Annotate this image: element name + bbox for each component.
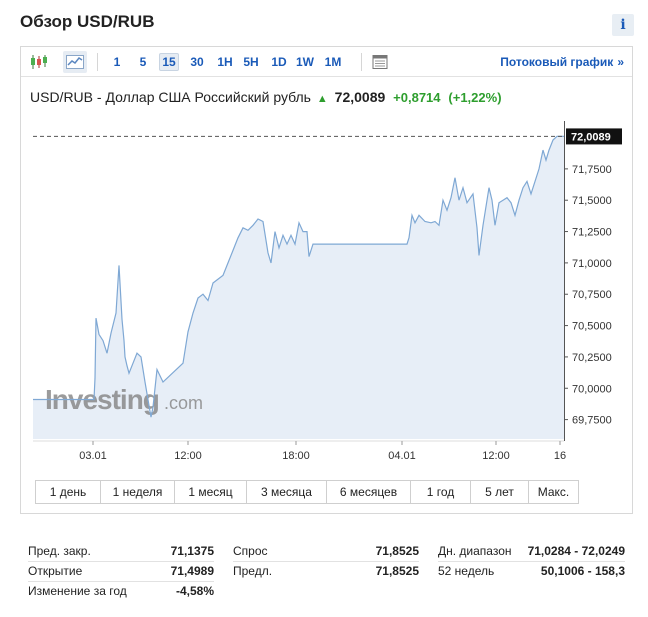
y-tick-label: 71,0000 [572,258,612,270]
stat-value: 71,1375 [170,544,214,558]
interval-15[interactable]: 15 [159,53,179,71]
interval-5[interactable]: 5 [133,53,153,71]
stat-label: Открытие [28,564,83,578]
range-button[interactable]: 6 месяцев [327,480,411,504]
info-button[interactable]: i [612,14,634,36]
calendar-icon[interactable] [368,51,392,73]
stat-row: 52 недель 50,1006 - 158,3 [438,560,625,582]
range-button[interactable]: 3 месяца [247,480,327,504]
page-title: Обзор USD/RUB [20,12,155,31]
y-tick-label: 71,7500 [572,164,612,176]
stat-label: Изменение за год [28,584,127,598]
x-tick-label: 12:00 [482,450,510,462]
price-change-percent: (+1,22%) [448,90,502,105]
y-tick-label: 69,7500 [572,415,612,427]
stat-label: 52 недель [438,564,495,578]
toolbar-divider [361,53,362,71]
y-tick-label: 70,2500 [572,352,612,364]
interval-1[interactable]: 1 [107,53,127,71]
last-price-badge-label: 72,0089 [571,131,611,143]
y-tick-label: 71,2500 [572,227,612,239]
chart-widget: 1 5 15 30 1H 5H 1D 1W 1M Потоковый график» USD/R… [20,46,633,514]
chart-toolbar: 1 5 15 30 1H 5H 1D 1W 1M Потоковый график» [21,47,632,77]
y-tick-label: 70,7500 [572,289,612,301]
y-tick-label: 70,0000 [572,383,612,395]
stat-value: -4,58% [175,584,214,598]
instrument-name: USD/RUB - Доллар США Российский рубль [30,89,311,105]
interval-1w[interactable]: 1W [293,53,317,71]
candlestick-chart-icon[interactable] [27,51,51,73]
range-button[interactable]: 1 месяц [175,480,247,504]
area-chart-icon[interactable] [63,51,87,73]
stat-label: Предл. [233,564,273,578]
arrow-up-icon: ▲ [316,93,328,105]
streaming-chart-label: Потоковый график [500,55,614,69]
stat-row: Предл. 71,8525 [233,560,419,582]
stat-row: Дн. диапазон 71,0284 - 72,0249 [438,540,625,562]
range-button[interactable]: 1 год [411,480,471,504]
range-selector: 1 день 1 неделя 1 месяц 3 месяца 6 месяцев 1 … [35,480,579,504]
stat-value: 71,8525 [375,544,419,558]
y-tick-label: 71,5000 [572,195,612,207]
investing-watermark-suffix: .com [164,393,203,413]
range-button[interactable]: 1 неделя [101,480,175,504]
interval-1m[interactable]: 1M [321,53,345,71]
y-tick-label: 70,5000 [572,321,612,333]
x-tick-label: 03.01 [79,450,107,462]
stat-row: Открытие 71,4989 [28,560,214,582]
price-chart[interactable]: Investing .com69,750070,000070,250070,500… [21,121,632,477]
interval-30[interactable]: 30 [185,53,209,71]
stat-label: Дн. диапазон [438,544,512,558]
stat-value: 71,0284 - 72,0249 [527,544,625,558]
stat-row: Спрос 71,8525 [233,540,419,562]
stat-label: Пред. закр. [28,544,91,558]
x-tick-label: 16 [554,450,566,462]
range-button[interactable]: Макс. [529,480,579,504]
interval-1d[interactable]: 1D [267,53,291,71]
interval-1h[interactable]: 1H [213,53,237,71]
streaming-chart-link[interactable]: Потоковый график» [500,55,624,69]
x-tick-label: 04.01 [388,450,416,462]
x-tick-label: 18:00 [282,450,310,462]
stat-row: Пред. закр. 71,1375 [28,540,214,562]
range-button[interactable]: 5 лет [471,480,529,504]
quote-header: USD/RUB - Доллар США Российский рубль ▲ … [30,89,502,105]
stat-value: 71,4989 [170,564,214,578]
stat-row: Изменение за год -4,58% [28,580,214,602]
stat-value: 71,8525 [375,564,419,578]
interval-5h[interactable]: 5H [239,53,263,71]
double-chevron-right-icon: » [617,55,624,69]
last-price: 72,0089 [334,89,386,105]
price-change: +0,8714 [393,90,441,105]
stat-value: 50,1006 - 158,3 [540,564,625,578]
range-button[interactable]: 1 день [35,480,101,504]
stat-label: Спрос [233,544,268,558]
x-tick-label: 12:00 [174,450,202,462]
toolbar-divider [97,53,98,71]
